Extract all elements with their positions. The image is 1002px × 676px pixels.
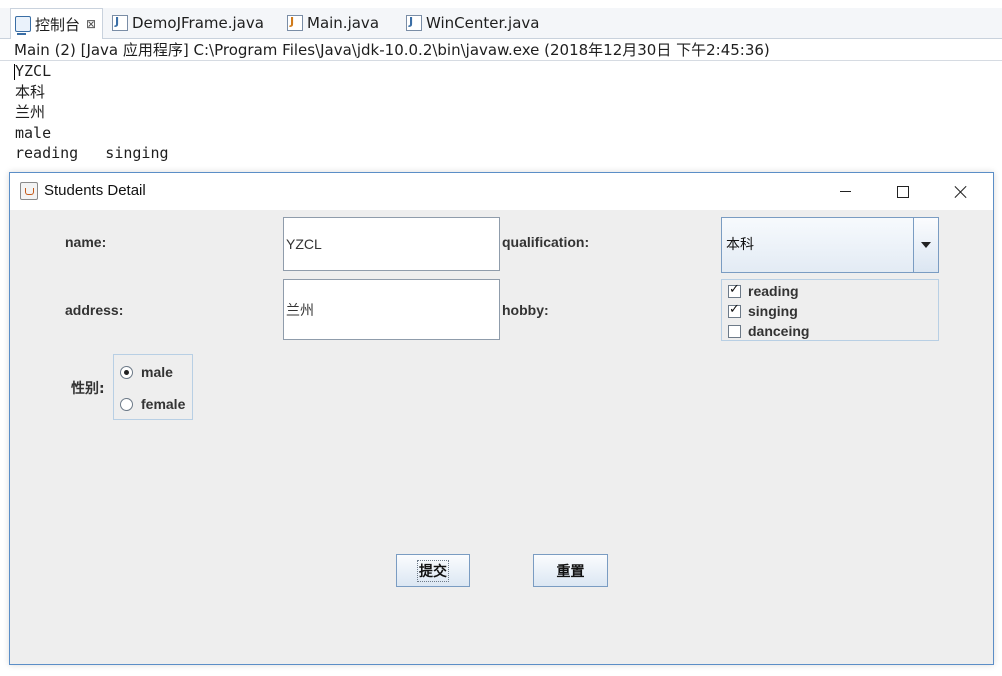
minimize-icon [839, 191, 851, 192]
tab-wincenter-label: WinCenter.java [426, 14, 540, 32]
tab-demojframe-label: DemoJFrame.java [132, 14, 264, 32]
java-app-icon[interactable] [20, 182, 38, 200]
window-title: Students Detail [44, 182, 146, 199]
hobby-reading-checkbox[interactable]: reading [728, 282, 799, 300]
tab-demojframe[interactable]: DemoJFrame.java [112, 8, 264, 38]
qualification-selected: 本科 [726, 237, 754, 253]
checkbox-checked-icon [728, 302, 741, 318]
console-line: YZCL [15, 62, 52, 80]
name-label: name: [65, 234, 107, 250]
console-output[interactable]: YZCL 本科 兰州 male reading singing [15, 61, 169, 164]
reset-button-label: 重置 [556, 563, 585, 580]
window-titlebar[interactable]: Students Detail [10, 173, 993, 210]
hobby-singing-checkbox[interactable]: singing [728, 302, 798, 320]
hobby-label: hobby: [502, 302, 549, 318]
console-line: 本科 [15, 82, 46, 101]
address-label: address: [65, 302, 124, 318]
close-tab-icon[interactable]: ⊠ [86, 17, 96, 31]
qualification-combobox[interactable]: 本科 [721, 217, 939, 273]
editor-tab-bar: 控制台 ⊠ DemoJFrame.java Main.java WinCente… [0, 8, 1002, 39]
radio-unselected-icon [120, 397, 133, 411]
gender-male-label: male [141, 364, 173, 380]
gender-female-radio[interactable]: female [120, 395, 185, 413]
close-icon [954, 185, 968, 199]
console-line: 兰州 [15, 103, 46, 121]
name-field[interactable]: YZCL [283, 217, 500, 271]
console-icon [15, 16, 31, 35]
qualification-label: qualification: [502, 234, 590, 250]
java-file-icon [112, 15, 128, 31]
maximize-button[interactable] [880, 173, 926, 210]
radio-selected-icon [120, 365, 133, 379]
tab-main-label: Main.java [307, 14, 380, 32]
gender-male-radio[interactable]: male [120, 363, 173, 381]
tab-console-label: 控制台 [35, 15, 81, 34]
address-field[interactable]: 兰州 [283, 279, 500, 340]
checkbox-checked-icon [728, 282, 741, 298]
form-panel: name: YZCL qualification: 本科 address: 兰州… [10, 210, 993, 664]
submit-button[interactable]: 提交 [396, 554, 470, 587]
hobby-reading-label: reading [748, 283, 799, 299]
tab-main[interactable]: Main.java [287, 8, 379, 38]
gender-label: 性别: [71, 381, 105, 397]
minimize-button[interactable] [822, 173, 868, 210]
console-line: reading singing [15, 144, 169, 162]
hobby-danceing-checkbox[interactable]: danceing [728, 322, 809, 340]
java-file-icon [406, 15, 422, 31]
maximize-icon [897, 185, 909, 198]
students-detail-window: Students Detail name: YZCL qualification… [9, 172, 994, 665]
close-button[interactable] [938, 173, 984, 210]
reset-button[interactable]: 重置 [533, 554, 608, 587]
chevron-down-icon[interactable] [913, 218, 938, 272]
console-launch-header: Main (2) [Java 应用程序] C:\Program Files\Ja… [14, 41, 770, 59]
hobby-danceing-label: danceing [748, 323, 810, 339]
java-main-file-icon [287, 15, 303, 31]
gender-female-label: female [141, 396, 186, 412]
hobby-singing-label: singing [748, 303, 798, 319]
gender-panel: male female [113, 354, 193, 420]
hobby-panel: reading singing danceing [721, 279, 939, 341]
console-line: male [15, 123, 52, 142]
submit-button-label: 提交 [417, 559, 449, 582]
checkbox-unchecked-icon [728, 324, 741, 338]
tab-console[interactable]: 控制台 ⊠ [10, 8, 104, 39]
tab-wincenter[interactable]: WinCenter.java [406, 8, 539, 38]
